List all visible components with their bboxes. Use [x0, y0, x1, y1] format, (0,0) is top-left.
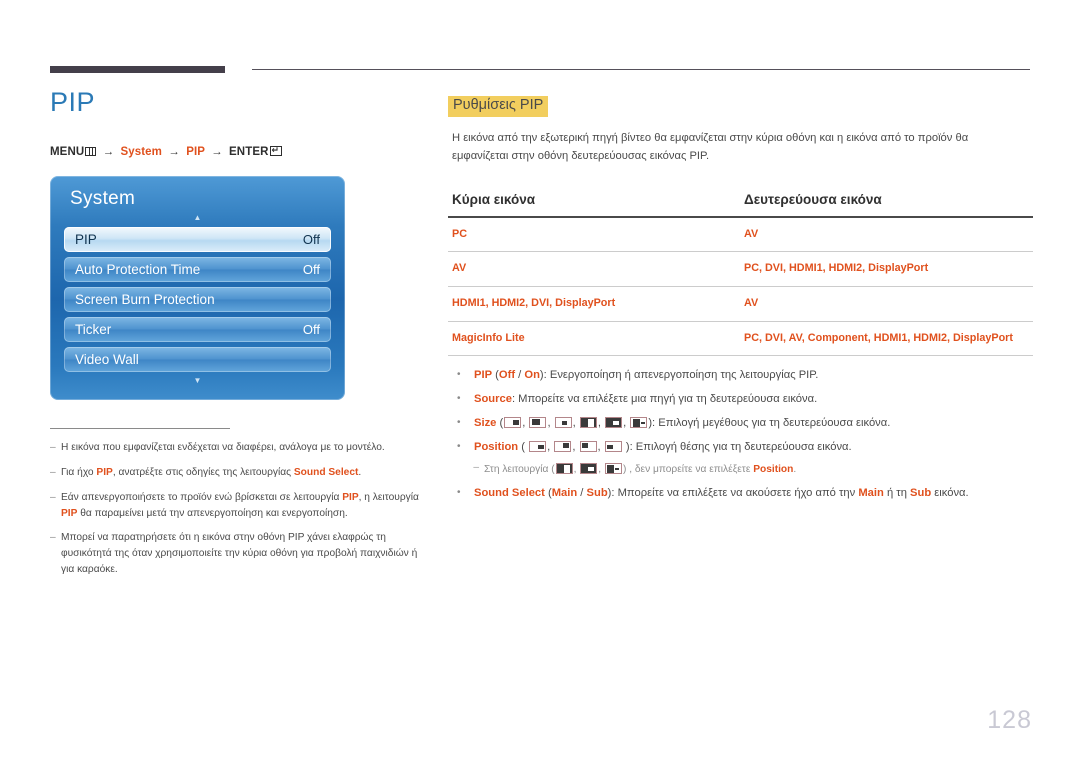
bullet-item-source: • Source: Μπορείτε να επιλέξετε μια πηγή… — [448, 391, 1033, 408]
table-cell-sub: AV — [740, 286, 1033, 322]
menu-path-step-pip: PIP — [186, 145, 205, 158]
footnote-text: Εάν απενεργοποιήσετε το προϊόν ενώ βρίσκ… — [61, 491, 419, 519]
footnote-divider — [50, 427, 230, 430]
footnote-text: Η εικόνα που εμφανίζεται ενδέχεται να δι… — [61, 442, 385, 454]
osd-menu-item-ticker[interactable]: Ticker Off — [64, 316, 331, 342]
header-rule-thick — [50, 66, 225, 73]
osd-item-label: Video Wall — [75, 351, 139, 367]
bullet-item-pip: • PIP (Off / On): Ενεργοποίηση ή απενεργ… — [448, 367, 1033, 384]
bullet-text: Source: Μπορείτε να επιλέξετε μια πηγή γ… — [474, 393, 818, 406]
page-title: PIP — [50, 87, 96, 117]
table-cell-main: HDMI1, HDMI2, DVI, DisplayPort — [448, 286, 740, 322]
osd-item-label: PIP — [75, 231, 97, 247]
footnote-dash: – — [50, 491, 56, 503]
footnote-dash: – — [50, 467, 56, 478]
table-header-sub-picture: Δευτερεύουσα εικόνα — [740, 191, 1033, 218]
footnote-dash: – — [50, 442, 56, 454]
footnote-item: – Για ήχο PIP, ανατρέξτε στις οδηγίες τη… — [50, 465, 430, 481]
osd-item-value: Off — [302, 231, 320, 247]
osd-scroll-up-arrow-icon[interactable]: ▲ — [64, 213, 331, 223]
table-row: HDMI1, HDMI2, DVI, DisplayPort AV — [448, 286, 1033, 322]
table-row: PC AV — [448, 216, 1033, 253]
table-cell-main: AV — [448, 251, 740, 288]
osd-menu-item-video-wall[interactable]: Video Wall — [64, 346, 331, 372]
table-header-row: Κύρια εικόνα Δευτερεύουσα εικόνα — [448, 191, 1033, 218]
menu-path-breadcrumb: MENU → System → PIP → ENTER — [50, 145, 430, 158]
osd-item-label: Ticker — [75, 321, 112, 337]
footnote-item: – Η εικόνα που εμφανίζεται ενδέχεται να … — [50, 440, 430, 456]
section-intro-text: Η εικόνα από την εξωτερική πηγή βίντεο θ… — [452, 131, 969, 162]
table-cell-main: MagicInfo Lite — [448, 321, 740, 357]
enter-key-icon — [269, 145, 282, 156]
bullet-point-icon: • — [457, 393, 461, 405]
page-number: 128 — [987, 706, 1032, 734]
table-cell-sub: PC, DVI, HDMI1, HDMI2, DisplayPort — [740, 251, 1033, 288]
osd-menu-item-screen-burn-protection[interactable]: Screen Burn Protection — [64, 286, 331, 312]
bullet-text: Sound Select (Main / Sub): Μπορείτε να ε… — [474, 486, 969, 499]
bullet-point-icon: • — [457, 369, 461, 381]
osd-panel-title: System — [70, 187, 136, 209]
right-column: Ρυθμίσεις PIP Η εικόνα από την εξωτερική… — [448, 96, 1033, 509]
table-header-main-picture: Κύρια εικόνα — [448, 191, 740, 218]
enter-label: ENTER — [229, 145, 269, 158]
osd-menu-item-pip[interactable]: PIP Off — [64, 226, 331, 252]
menu-path-step-system: System — [120, 145, 162, 158]
bullet-point-icon: • — [457, 486, 461, 498]
bullet-item-size: • Size (, , , , , ): Επιλογή μεγέθους γι… — [448, 415, 1033, 432]
footnote-text: Για ήχο PIP, ανατρέξτε στις οδηγίες της … — [61, 467, 362, 478]
bullet-text: Position ( , , , ): Επιλογή θέσης για τη… — [474, 440, 852, 453]
bullet-text: Size (, , , , , ): Επιλογή μεγέθους για … — [474, 416, 891, 429]
osd-item-label: Screen Burn Protection — [75, 291, 215, 307]
osd-item-value: Off — [302, 321, 320, 337]
subnote-text: Στη λειτουργία (, , ) , δεν μπορείτε να … — [484, 462, 797, 475]
header-rule-thin — [252, 69, 1030, 70]
menu-label: MENU — [50, 145, 85, 158]
table-cell-sub: AV — [740, 216, 1033, 253]
arrow-icon-2: → — [168, 145, 180, 158]
table-cell-main: PC — [448, 216, 740, 253]
section-heading: Ρυθμίσεις PIP — [448, 96, 549, 117]
menu-grid-icon — [85, 146, 97, 156]
bullet-item-sound-select: • Sound Select (Main / Sub): Μπορείτε να… — [448, 485, 1033, 502]
arrow-icon-1: → — [102, 145, 115, 158]
table-cell-sub: PC, DVI, AV, Component, HDMI1, HDMI2, Di… — [740, 321, 1033, 357]
footnote-item: – Μπορεί να παρατηρήσετε ότι η εικόνα στ… — [50, 530, 430, 577]
pip-source-table: Κύρια εικόνα Δευτερεύουσα εικόνα PC AV A… — [448, 191, 1033, 357]
osd-scroll-down-arrow-icon[interactable]: ▼ — [64, 376, 331, 386]
bullet-point-icon: • — [457, 416, 461, 428]
footnote-dash: – — [50, 532, 56, 544]
position-subnote: – Στη λειτουργία (, , ) , δεν μπορείτε ν… — [448, 462, 1033, 477]
bullet-text: PIP (Off / On): Ενεργοποίηση ή απενεργοπ… — [474, 369, 819, 382]
table-row: AV PC, DVI, HDMI1, HDMI2, DisplayPort — [448, 251, 1033, 288]
table-row: MagicInfo Lite PC, DVI, AV, Component, H… — [448, 321, 1033, 357]
osd-item-label: Auto Protection Time — [75, 261, 201, 277]
bullet-item-position: • Position ( , , , ): Επιλογή θέσης για … — [448, 439, 1033, 456]
footnote-item: – Εάν απενεργοποιήσετε το προϊόν ενώ βρί… — [50, 490, 430, 522]
arrow-icon-3: → — [211, 145, 223, 158]
left-column: PIP MENU → System → PIP → ENTER System ▲… — [50, 87, 430, 587]
osd-system-menu-panel: System ▲ PIP Off Auto Protection Time Of… — [50, 175, 345, 400]
osd-menu-item-auto-protection-time[interactable]: Auto Protection Time Off — [64, 256, 331, 282]
bullet-point-icon: • — [457, 440, 461, 452]
settings-bullet-list: • PIP (Off / On): Ενεργοποίηση ή απενεργ… — [448, 367, 1033, 501]
footnote-text: Μπορεί να παρατηρήσετε ότι η εικόνα στην… — [61, 532, 418, 576]
subnote-dash: – — [473, 461, 479, 473]
osd-item-value: Off — [302, 261, 320, 277]
